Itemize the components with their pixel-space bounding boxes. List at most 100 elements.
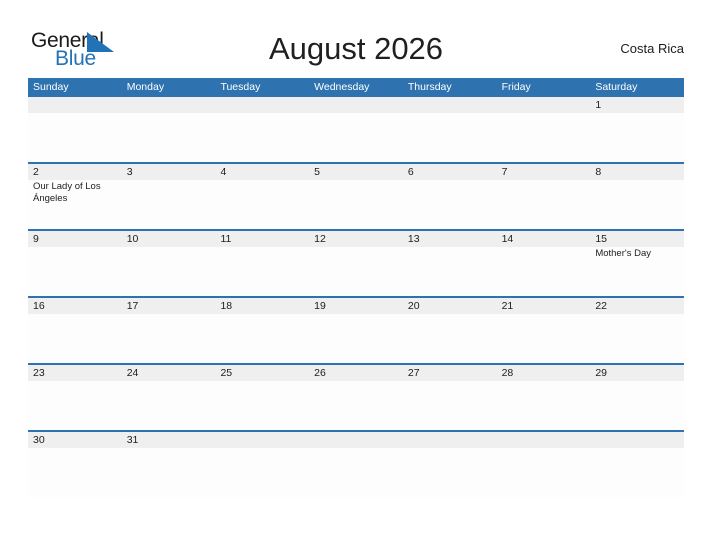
day-header-sunday: Sunday: [33, 81, 69, 93]
calendar-day-cell[interactable]: 10: [122, 231, 216, 296]
calendar-day-cell[interactable]: 7: [497, 164, 591, 229]
calendar-day-cell-empty: [215, 432, 309, 497]
calendar-day-cell[interactable]: 31: [122, 432, 216, 497]
calendar-week-row: 9 10 11 12 13 14 15 Mother's Day: [28, 229, 684, 296]
calendar-day-cell[interactable]: 14: [497, 231, 591, 296]
week-row-inner: 9 10 11 12 13 14 15 Mother's Day: [28, 231, 684, 296]
day-number: 9: [33, 233, 39, 245]
week-row-inner: 23 24 25 26 27 28 29: [28, 365, 684, 430]
calendar-page: General Blue August 2026 Costa Rica Sund…: [0, 0, 712, 550]
calendar-day-cell-empty: [497, 432, 591, 497]
day-number: 2: [33, 166, 39, 178]
calendar-day-cell[interactable]: 24: [122, 365, 216, 430]
day-number: 27: [407, 367, 420, 379]
day-number: 23: [33, 367, 45, 379]
day-number: 20: [407, 300, 420, 312]
calendar-day-cell-empty: [215, 97, 309, 162]
calendar-day-cell-empty: [403, 97, 497, 162]
calendar-week-row: 16 17 18 19 20 21 22: [28, 296, 684, 363]
calendar-day-cell[interactable]: 8: [590, 164, 684, 229]
day-number: 31: [126, 434, 139, 446]
calendar-day-cell-empty: [590, 432, 684, 497]
holiday-label: Mother's Day: [595, 248, 651, 259]
calendar-day-cell[interactable]: 17: [122, 298, 216, 363]
week-row-inner: 1: [28, 97, 684, 162]
calendar-day-cell[interactable]: 6: [403, 164, 497, 229]
day-header-monday: Monday: [126, 81, 165, 93]
day-header-tuesday: Tuesday: [220, 81, 261, 93]
day-number: 22: [595, 300, 607, 312]
day-number: 11: [220, 233, 232, 245]
calendar-day-cell-empty: [122, 97, 216, 162]
calendar-day-cell[interactable]: 26: [309, 365, 403, 430]
calendar-day-cell-empty: [403, 432, 497, 497]
day-number: 15: [595, 233, 607, 245]
page-title: August 2026: [268, 31, 444, 66]
day-number: 8: [595, 166, 602, 178]
calendar-day-cell[interactable]: 15 Mother's Day: [590, 231, 684, 296]
calendar-day-cell[interactable]: 29: [590, 365, 684, 430]
calendar-week-row: 2 Our Lady of Los Ángeles 3 4 5 6 7 8: [28, 162, 684, 229]
calendar-day-cell[interactable]: 9: [28, 231, 122, 296]
day-number: 3: [126, 166, 133, 178]
calendar-week-row: 1: [28, 97, 684, 162]
calendar-day-cell[interactable]: 2 Our Lady of Los Ángeles: [28, 164, 122, 229]
calendar-day-cell[interactable]: 18: [215, 298, 309, 363]
calendar-week-row: 23 24 25 26 27 28 29: [28, 363, 684, 430]
day-header-wednesday: Wednesday: [314, 81, 370, 93]
day-number: 13: [407, 233, 420, 245]
day-number: 7: [501, 166, 508, 178]
day-header-thursday: Thursday: [407, 81, 452, 93]
week-row-inner: 2 Our Lady of Los Ángeles 3 4 5 6 7 8: [28, 164, 684, 229]
calendar-day-cell-empty: [28, 97, 122, 162]
locality-label: Costa Rica: [620, 41, 684, 56]
calendar-day-cell[interactable]: 13: [403, 231, 497, 296]
day-number: 25: [220, 367, 233, 379]
day-number: 30: [33, 434, 45, 446]
calendar-day-cell[interactable]: 20: [403, 298, 497, 363]
day-events: Our Lady of Los Ángeles: [33, 181, 116, 205]
calendar-day-cell[interactable]: 30: [28, 432, 122, 497]
day-number: 12: [314, 233, 326, 245]
week-row-inner: 16 17 18 19 20 21 22: [28, 298, 684, 363]
week-row-inner: 30 31: [28, 432, 684, 497]
calendar-grid: Sunday Monday Tuesday Wednesday Thursday…: [28, 78, 684, 497]
day-number: 29: [595, 367, 607, 379]
day-of-week-header-row: Sunday Monday Tuesday Wednesday Thursday…: [28, 78, 684, 97]
day-number: 10: [126, 233, 139, 245]
day-header-saturday: Saturday: [595, 81, 638, 93]
calendar-day-cell-empty: [309, 432, 403, 497]
calendar-day-cell[interactable]: 21: [497, 298, 591, 363]
calendar-day-cell[interactable]: 28: [497, 365, 591, 430]
calendar-day-cell[interactable]: 16: [28, 298, 122, 363]
calendar-day-cell[interactable]: 5: [309, 164, 403, 229]
day-number: 28: [501, 367, 514, 379]
calendar-day-cell[interactable]: 25: [215, 365, 309, 430]
calendar-day-cell[interactable]: 4: [215, 164, 309, 229]
day-header-friday: Friday: [501, 81, 531, 93]
day-number: 5: [314, 166, 320, 178]
calendar-day-cell-empty: [309, 97, 403, 162]
calendar-day-cell[interactable]: 27: [403, 365, 497, 430]
day-number: 24: [126, 367, 139, 379]
calendar-day-cell[interactable]: 19: [309, 298, 403, 363]
calendar-week-row: 30 31: [28, 430, 684, 497]
calendar-day-cell[interactable]: 3: [122, 164, 216, 229]
day-number: 14: [501, 233, 514, 245]
holiday-label: Our Lady of Los Ángeles: [33, 181, 101, 204]
calendar-day-cell[interactable]: 11: [215, 231, 309, 296]
day-number: 18: [220, 300, 233, 312]
day-number: 21: [501, 300, 514, 312]
day-number: 16: [33, 300, 45, 312]
day-number: 26: [314, 367, 326, 379]
calendar-day-cell[interactable]: 1: [590, 97, 684, 162]
day-number: 1: [595, 99, 602, 111]
day-number: 19: [314, 300, 326, 312]
page-header: General Blue August 2026 Costa Rica: [28, 26, 684, 72]
calendar-day-cell[interactable]: 22: [590, 298, 684, 363]
day-number: 6: [407, 166, 414, 178]
calendar-day-cell[interactable]: 12: [309, 231, 403, 296]
calendar-day-cell-empty: [497, 97, 591, 162]
calendar-day-cell[interactable]: 23: [28, 365, 122, 430]
day-number: 4: [220, 166, 227, 178]
